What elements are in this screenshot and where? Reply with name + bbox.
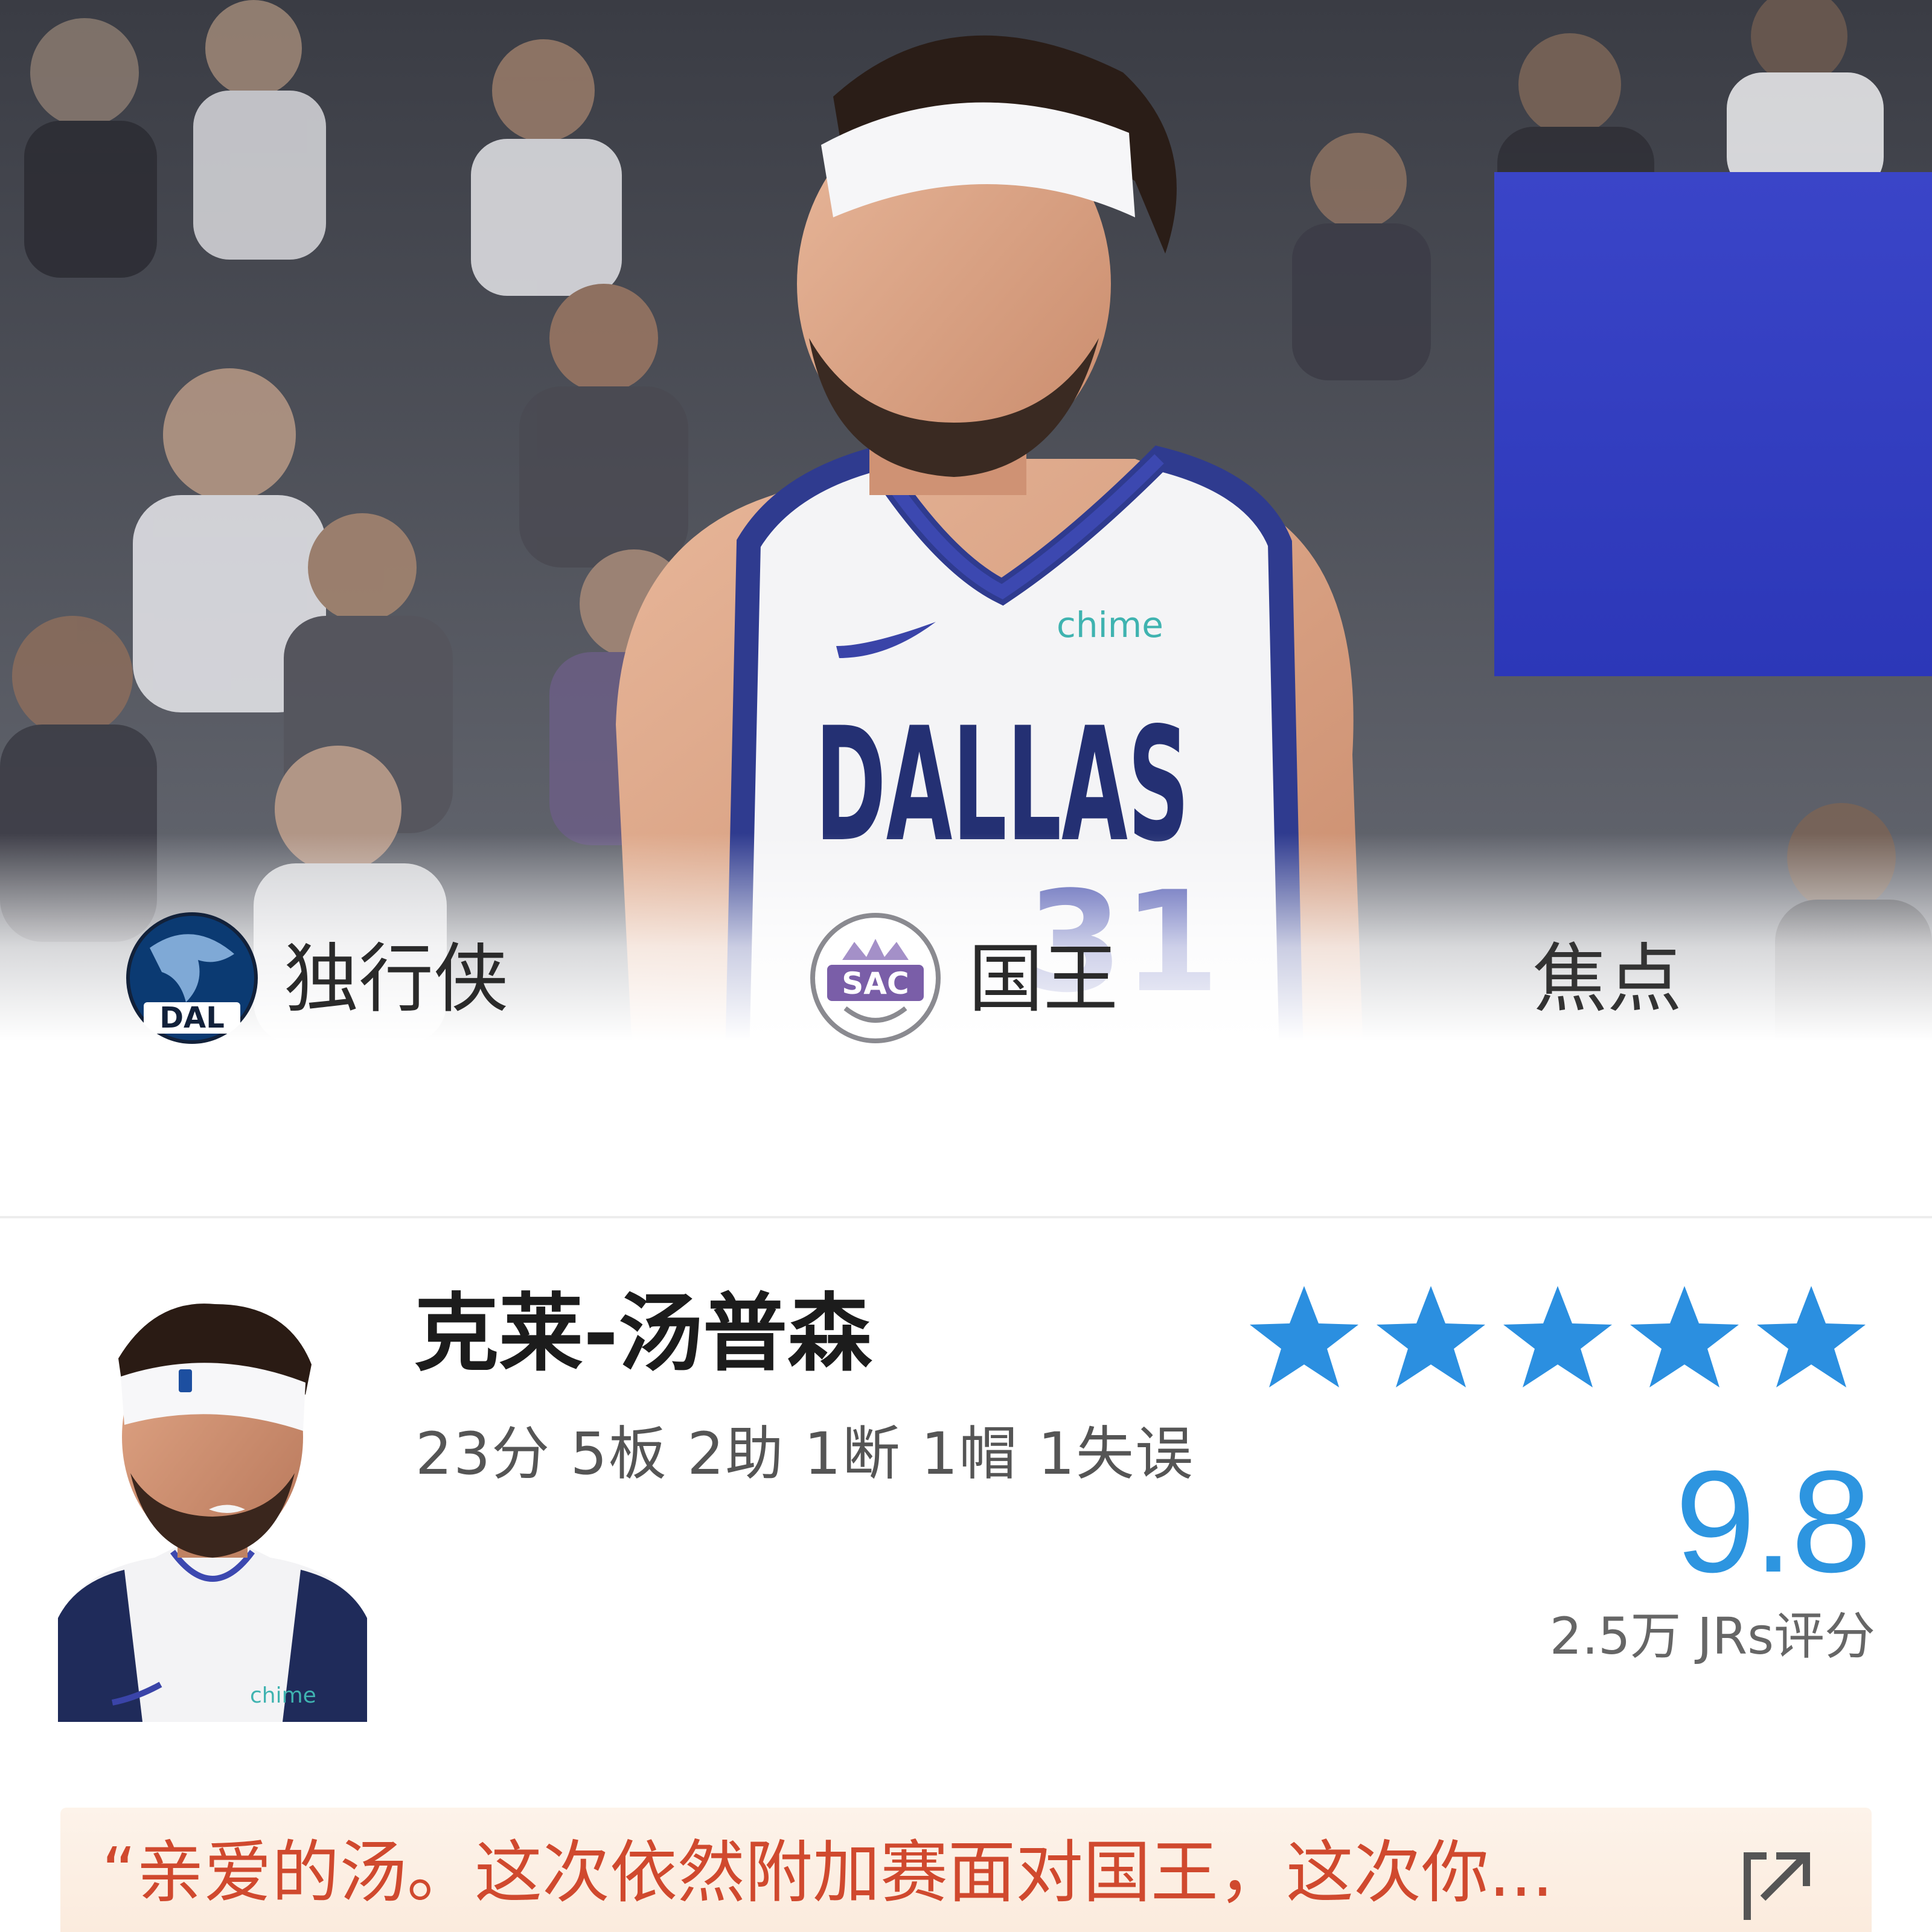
team-tab-bar: DAL 独行侠 SAC 国王 焦点	[0, 912, 1932, 1051]
tab-focus[interactable]: 焦点	[1521, 912, 1703, 1051]
rating-score: 9.8	[1675, 1441, 1872, 1602]
tab-label-focus: 焦点	[1532, 936, 1683, 1023]
hero-banner: DALLAS 31 chime DAL 独行侠	[0, 0, 1932, 1087]
svg-text:SAC: SAC	[842, 966, 909, 1001]
quote-banner[interactable]: “亲爱的汤。这次依然附加赛面对国王，这次你...	[60, 1808, 1872, 1932]
star-rating[interactable]	[1250, 1280, 1890, 1401]
star-icon	[1503, 1286, 1612, 1387]
tab-label-kings: 国王	[968, 936, 1119, 1023]
star-icon	[1377, 1286, 1485, 1387]
star-icon	[1250, 1286, 1358, 1387]
player-avatar: chime	[58, 1292, 367, 1722]
svg-text:DAL: DAL	[159, 1001, 225, 1035]
quote-text: “亲爱的汤。这次依然附加赛面对国王，这次你...	[101, 1834, 1553, 1912]
player-name: 克莱-汤普森	[414, 1285, 872, 1383]
rating-count: 2.5万 JRs评分	[1549, 1607, 1875, 1666]
svg-text:chime: chime	[250, 1683, 316, 1708]
star-icon	[1757, 1286, 1866, 1387]
section-divider	[0, 1216, 1932, 1218]
jersey-sponsor: chime	[1057, 604, 1163, 645]
tab-mavericks[interactable]: DAL 独行侠	[121, 912, 555, 1051]
player-stats-line: 23分 5板 2助 1断 1帽 1失误	[415, 1420, 1195, 1488]
mavericks-logo-icon: DAL	[126, 912, 258, 1044]
star-icon	[1630, 1286, 1739, 1387]
tab-kings[interactable]: SAC 国王	[809, 912, 1183, 1051]
kings-logo-icon: SAC	[810, 913, 941, 1043]
expand-arrow-icon[interactable]	[1739, 1844, 1817, 1922]
tab-label-mavericks: 独行侠	[284, 936, 509, 1023]
